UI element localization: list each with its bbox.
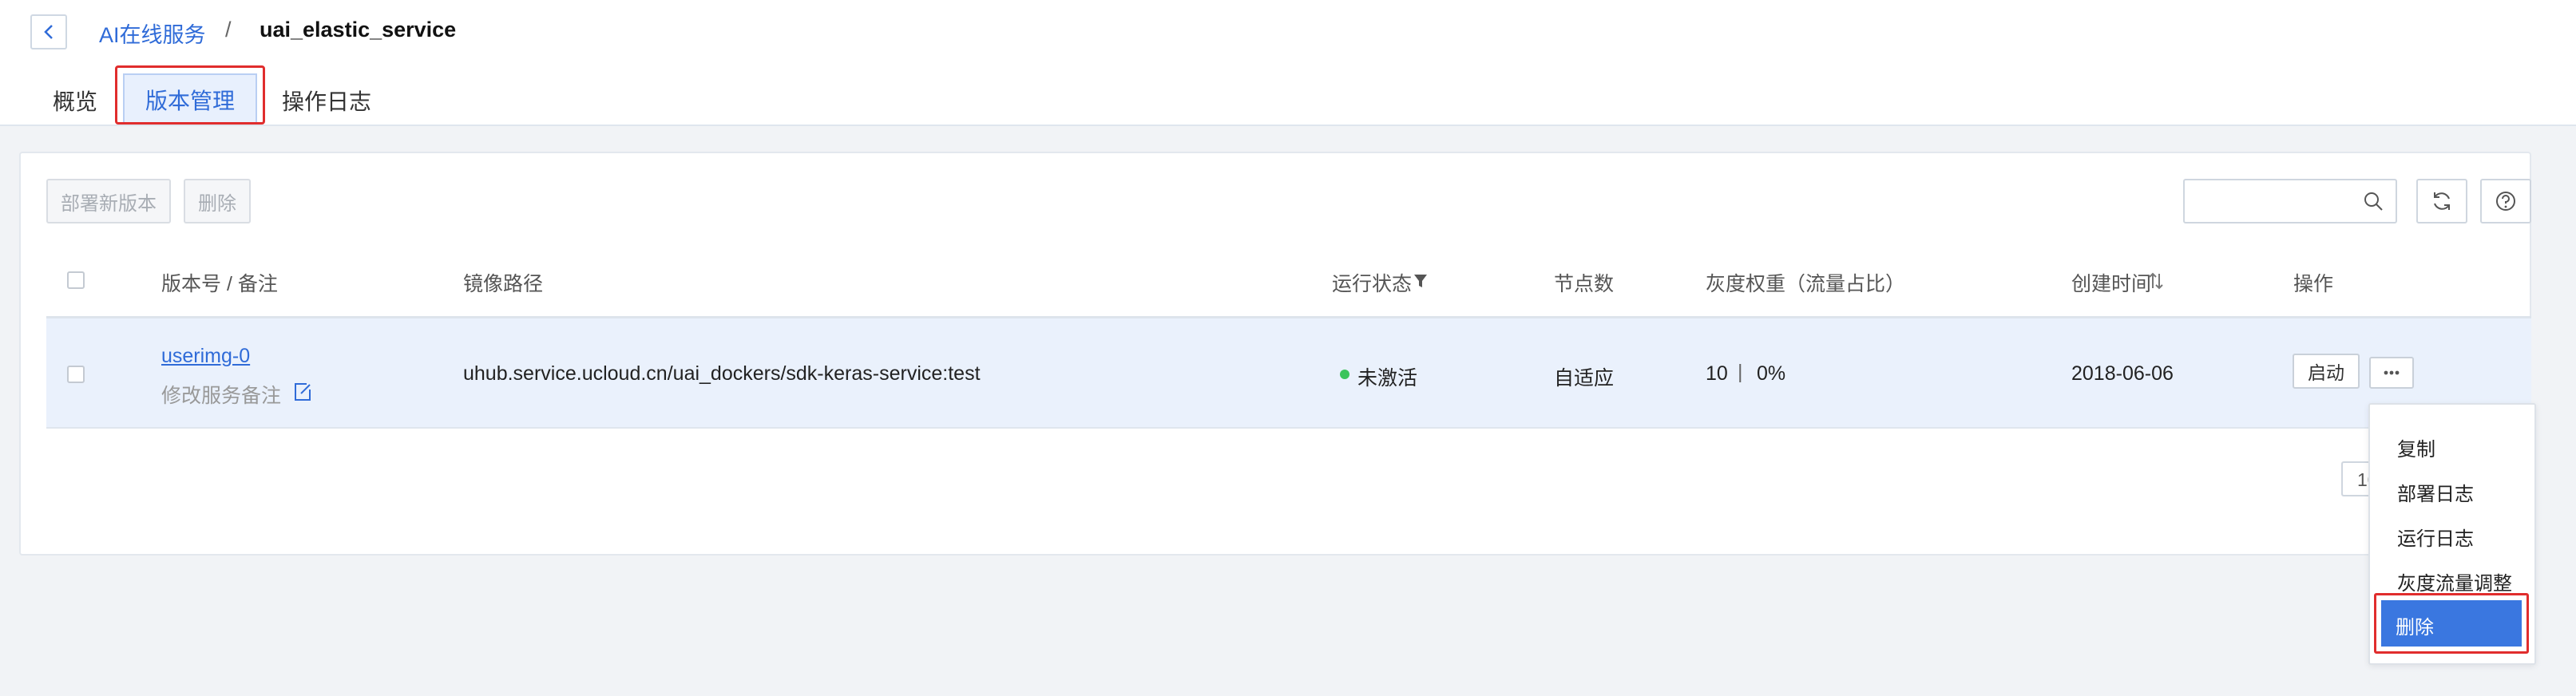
refresh-button[interactable] xyxy=(2416,179,2467,223)
more-actions-button[interactable] xyxy=(2369,357,2414,389)
created-date: 2018-06-06 xyxy=(2071,362,2174,385)
breadcrumb-separator: / xyxy=(225,18,232,42)
delete-button[interactable]: 删除 xyxy=(184,179,251,223)
back-button[interactable] xyxy=(30,14,67,49)
nodes-value: 自适应 xyxy=(1554,367,1615,390)
column-header-image-path: 镜像路径 xyxy=(463,273,544,295)
row-checkbox[interactable] xyxy=(67,366,85,383)
tab-overview[interactable]: 概览 xyxy=(53,85,97,117)
menu-highlight-frame xyxy=(2374,593,2529,654)
weight-value: 10 xyxy=(1706,362,1728,385)
status-text: 未激活 xyxy=(1357,367,1418,390)
menu-item-run-log[interactable]: 运行日志 xyxy=(2397,523,2474,551)
menu-item-copy[interactable]: 复制 xyxy=(2397,433,2435,461)
status-dot xyxy=(1340,370,1349,379)
menu-item-gray-traffic[interactable]: 灰度流量调整 xyxy=(2397,567,2512,595)
search-icon xyxy=(2364,192,2383,211)
version-link[interactable]: userimg-0 xyxy=(161,345,250,368)
column-header-status: 运行状态 xyxy=(1332,273,1413,295)
remark-text: 修改服务备注 xyxy=(161,385,282,407)
image-path: uhub.service.ucloud.cn/uai_dockers/sdk-k… xyxy=(463,362,981,385)
column-header-actions: 操作 xyxy=(2293,273,2334,295)
column-header-nodes: 节点数 xyxy=(1554,273,1615,295)
start-button[interactable]: 启动 xyxy=(2293,354,2360,389)
refresh-icon xyxy=(2434,192,2450,210)
breadcrumb-parent-link[interactable]: AI在线服务 xyxy=(99,18,206,49)
search-input[interactable] xyxy=(2183,179,2397,223)
tab-operation-logs[interactable]: 操作日志 xyxy=(282,85,371,117)
help-icon xyxy=(2496,192,2515,211)
select-all-checkbox[interactable] xyxy=(67,271,85,289)
tab-highlight-frame xyxy=(115,65,265,125)
page-title: uai_elastic_service xyxy=(260,18,457,42)
column-header-weight: 灰度权重（流量占比） xyxy=(1706,273,1906,295)
chevron-left-icon xyxy=(44,25,53,39)
more-icon xyxy=(2384,370,2400,375)
traffic-value: 0% xyxy=(1757,362,1786,385)
menu-item-deploy-log[interactable]: 部署日志 xyxy=(2397,478,2474,506)
sort-icon[interactable] xyxy=(2148,271,2164,291)
edit-icon[interactable] xyxy=(292,382,313,402)
weight-separator: | xyxy=(1738,361,1743,383)
filter-icon[interactable] xyxy=(1413,273,1428,289)
column-header-created[interactable]: 创建时间 xyxy=(2071,268,2151,297)
deploy-version-button[interactable]: 部署新版本 xyxy=(46,179,171,223)
help-button[interactable] xyxy=(2480,179,2531,223)
column-header-version: 版本号 / 备注 xyxy=(161,273,278,295)
